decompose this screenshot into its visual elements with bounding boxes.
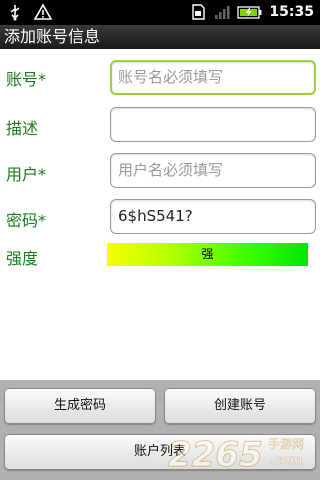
strength-label: 强度: [6, 249, 39, 268]
sim-icon: [192, 4, 206, 20]
status-right-icons: 15:35: [189, 3, 314, 21]
generate-password-button[interactable]: 生成密码: [4, 388, 156, 424]
warning-icon: [34, 3, 52, 20]
svg-text:2265: 2265: [168, 435, 263, 475]
account-label: 账号*: [6, 70, 47, 89]
password-label: 密码*: [6, 211, 47, 230]
page-title: 添加账号信息: [0, 25, 320, 49]
status-bar: 15:35: [0, 0, 320, 25]
watermark-graphic: 2265 手游网 .com: [168, 435, 305, 476]
user-label: 用户*: [6, 165, 47, 184]
svg-text:手游网: 手游网: [268, 437, 304, 451]
svg-text:.com: .com: [270, 453, 302, 467]
strength-value: 强: [201, 247, 214, 261]
password-input[interactable]: 6$hS541?: [110, 199, 316, 234]
status-time: 15:35: [269, 4, 314, 20]
user-input[interactable]: 用户名必须填写: [110, 153, 316, 188]
signal-icon: [215, 6, 230, 19]
strength-meter: 强: [107, 243, 308, 266]
description-input[interactable]: [110, 107, 316, 142]
description-label: 描述: [6, 119, 39, 138]
user-placeholder: 用户名必须填写: [118, 161, 224, 179]
create-account-button[interactable]: 创建账号: [164, 388, 316, 424]
account-input[interactable]: 账号名必须填写: [110, 60, 316, 95]
status-left-icons: [6, 3, 52, 21]
form-area: 账号* 账号名必须填写 描述 用户* 用户名必须填写 密码* 6$hS541? …: [0, 49, 320, 380]
usb-icon: [10, 5, 20, 21]
watermark-logo: 2265 手游网 .com: [166, 430, 316, 476]
account-placeholder: 账号名必须填写: [118, 68, 224, 86]
password-value: 6$hS541?: [118, 207, 193, 225]
battery-icon: [237, 6, 262, 19]
